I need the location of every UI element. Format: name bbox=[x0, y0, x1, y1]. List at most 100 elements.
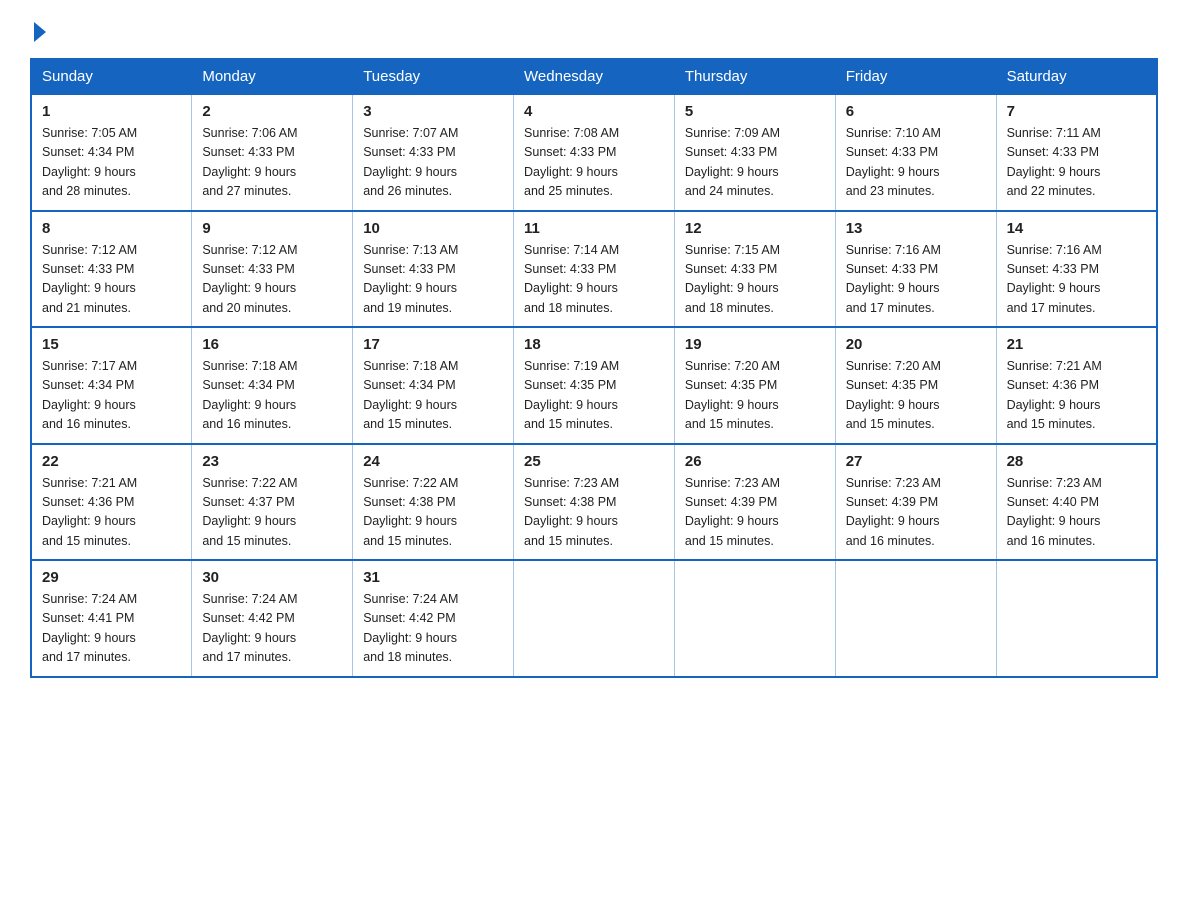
day-info: Sunrise: 7:24 AMSunset: 4:41 PMDaylight:… bbox=[42, 590, 181, 668]
day-info: Sunrise: 7:05 AMSunset: 4:34 PMDaylight:… bbox=[42, 124, 181, 202]
day-number: 4 bbox=[524, 103, 664, 120]
calendar-day-cell: 7Sunrise: 7:11 AMSunset: 4:33 PMDaylight… bbox=[996, 94, 1157, 211]
day-number: 22 bbox=[42, 453, 181, 470]
day-info: Sunrise: 7:06 AMSunset: 4:33 PMDaylight:… bbox=[202, 124, 342, 202]
day-number: 2 bbox=[202, 103, 342, 120]
calendar-day-cell: 26 Sunrise: 7:23 AMSunset: 4:39 PMDayligh… bbox=[674, 444, 835, 561]
calendar-day-cell: 19Sunrise: 7:20 AMSunset: 4:35 PMDayligh… bbox=[674, 327, 835, 444]
day-number: 8 bbox=[42, 220, 181, 237]
day-info: Sunrise: 7:08 AMSunset: 4:33 PMDaylight:… bbox=[524, 124, 664, 202]
day-info: Sunrise: 7:13 AMSunset: 4:33 PMDaylight:… bbox=[363, 241, 503, 319]
page-header bbox=[30, 20, 1158, 42]
day-info: Sunrise: 7:22 AMSunset: 4:37 PMDaylight:… bbox=[202, 474, 342, 552]
day-number: 6 bbox=[846, 103, 986, 120]
day-number: 5 bbox=[685, 103, 825, 120]
day-info: Sunrise: 7:20 AMSunset: 4:35 PMDaylight:… bbox=[685, 357, 825, 435]
day-info: Sunrise: 7:16 AMSunset: 4:33 PMDaylight:… bbox=[1007, 241, 1146, 319]
day-info: Sunrise: 7:24 AMSunset: 4:42 PMDaylight:… bbox=[202, 590, 342, 668]
calendar-day-cell: 11 Sunrise: 7:14 AMSunset: 4:33 PMDayligh… bbox=[514, 211, 675, 328]
day-info: Sunrise: 7:07 AMSunset: 4:33 PMDaylight:… bbox=[363, 124, 503, 202]
day-number: 23 bbox=[202, 453, 342, 470]
day-number: 15 bbox=[42, 336, 181, 353]
calendar-day-cell bbox=[996, 560, 1157, 677]
calendar-day-cell: 30 Sunrise: 7:24 AMSunset: 4:42 PMDayligh… bbox=[192, 560, 353, 677]
calendar-day-cell: 10 Sunrise: 7:13 AMSunset: 4:33 PMDayligh… bbox=[353, 211, 514, 328]
calendar-day-cell: 6 Sunrise: 7:10 AMSunset: 4:33 PMDaylight… bbox=[835, 94, 996, 211]
calendar-day-cell bbox=[514, 560, 675, 677]
calendar-day-cell: 18 Sunrise: 7:19 AMSunset: 4:35 PMDayligh… bbox=[514, 327, 675, 444]
calendar-day-cell: 20 Sunrise: 7:20 AMSunset: 4:35 PMDayligh… bbox=[835, 327, 996, 444]
day-number: 25 bbox=[524, 453, 664, 470]
calendar-day-cell: 31 Sunrise: 7:24 AMSunset: 4:42 PMDayligh… bbox=[353, 560, 514, 677]
day-number: 9 bbox=[202, 220, 342, 237]
calendar-day-cell: 8Sunrise: 7:12 AMSunset: 4:33 PMDaylight… bbox=[31, 211, 192, 328]
calendar-day-cell: 12 Sunrise: 7:15 AMSunset: 4:33 PMDayligh… bbox=[674, 211, 835, 328]
calendar-day-cell: 4 Sunrise: 7:08 AMSunset: 4:33 PMDaylight… bbox=[514, 94, 675, 211]
logo bbox=[30, 20, 46, 42]
calendar-day-cell: 21 Sunrise: 7:21 AMSunset: 4:36 PMDayligh… bbox=[996, 327, 1157, 444]
day-info: Sunrise: 7:23 AMSunset: 4:40 PMDaylight:… bbox=[1007, 474, 1146, 552]
calendar-day-cell: 1Sunrise: 7:05 AMSunset: 4:34 PMDaylight… bbox=[31, 94, 192, 211]
calendar-week-row: 8 Sunrise: 7:12 AMSunset: 4:33 PMDaylight… bbox=[31, 211, 1157, 328]
day-number: 16 bbox=[202, 336, 342, 353]
calendar-week-row: 29 Sunrise: 7:24 AMSunset: 4:41 PMDayligh… bbox=[31, 560, 1157, 677]
calendar-day-cell: 5 Sunrise: 7:09 AMSunset: 4:33 PMDaylight… bbox=[674, 94, 835, 211]
day-number: 17 bbox=[363, 336, 503, 353]
day-number: 11 bbox=[524, 220, 664, 237]
day-number: 14 bbox=[1007, 220, 1146, 237]
day-info: Sunrise: 7:21 AMSunset: 4:36 PMDaylight:… bbox=[42, 474, 181, 552]
calendar-day-cell: 29 Sunrise: 7:24 AMSunset: 4:41 PMDayligh… bbox=[31, 560, 192, 677]
day-number: 24 bbox=[363, 453, 503, 470]
calendar-day-cell: 2 Sunrise: 7:06 AMSunset: 4:33 PMDaylight… bbox=[192, 94, 353, 211]
calendar-week-row: 1Sunrise: 7:05 AMSunset: 4:34 PMDaylight… bbox=[31, 94, 1157, 211]
calendar-week-row: 22 Sunrise: 7:21 AMSunset: 4:36 PMDayligh… bbox=[31, 444, 1157, 561]
day-info: Sunrise: 7:18 AMSunset: 4:34 PMDaylight:… bbox=[363, 357, 503, 435]
day-info: Sunrise: 7:18 AMSunset: 4:34 PMDaylight:… bbox=[202, 357, 342, 435]
day-info: Sunrise: 7:09 AMSunset: 4:33 PMDaylight:… bbox=[685, 124, 825, 202]
day-info: Sunrise: 7:16 AMSunset: 4:33 PMDaylight:… bbox=[846, 241, 986, 319]
day-number: 18 bbox=[524, 336, 664, 353]
calendar-day-cell: 14 Sunrise: 7:16 AMSunset: 4:33 PMDayligh… bbox=[996, 211, 1157, 328]
day-info: Sunrise: 7:24 AMSunset: 4:42 PMDaylight:… bbox=[363, 590, 503, 668]
calendar-day-cell: 24Sunrise: 7:22 AMSunset: 4:38 PMDayligh… bbox=[353, 444, 514, 561]
calendar-day-cell: 15Sunrise: 7:17 AMSunset: 4:34 PMDayligh… bbox=[31, 327, 192, 444]
day-of-week-header: Tuesday bbox=[353, 59, 514, 94]
day-number: 29 bbox=[42, 569, 181, 586]
day-number: 28 bbox=[1007, 453, 1146, 470]
calendar-day-cell: 27 Sunrise: 7:23 AMSunset: 4:39 PMDayligh… bbox=[835, 444, 996, 561]
day-number: 31 bbox=[363, 569, 503, 586]
day-number: 20 bbox=[846, 336, 986, 353]
day-info: Sunrise: 7:23 AMSunset: 4:39 PMDaylight:… bbox=[846, 474, 986, 552]
calendar-day-cell bbox=[835, 560, 996, 677]
day-info: Sunrise: 7:12 AMSunset: 4:33 PMDaylight:… bbox=[202, 241, 342, 319]
day-info: Sunrise: 7:14 AMSunset: 4:33 PMDaylight:… bbox=[524, 241, 664, 319]
calendar-day-cell: 16 Sunrise: 7:18 AMSunset: 4:34 PMDayligh… bbox=[192, 327, 353, 444]
day-number: 26 bbox=[685, 453, 825, 470]
calendar-day-cell: 28 Sunrise: 7:23 AMSunset: 4:40 PMDayligh… bbox=[996, 444, 1157, 561]
calendar-week-row: 15Sunrise: 7:17 AMSunset: 4:34 PMDayligh… bbox=[31, 327, 1157, 444]
calendar-day-cell bbox=[674, 560, 835, 677]
calendar-day-cell: 25Sunrise: 7:23 AMSunset: 4:38 PMDayligh… bbox=[514, 444, 675, 561]
day-number: 3 bbox=[363, 103, 503, 120]
day-number: 7 bbox=[1007, 103, 1146, 120]
day-number: 12 bbox=[685, 220, 825, 237]
calendar-day-cell: 3 Sunrise: 7:07 AMSunset: 4:33 PMDaylight… bbox=[353, 94, 514, 211]
day-info: Sunrise: 7:21 AMSunset: 4:36 PMDaylight:… bbox=[1007, 357, 1146, 435]
day-of-week-header: Saturday bbox=[996, 59, 1157, 94]
calendar-day-cell: 23 Sunrise: 7:22 AMSunset: 4:37 PMDayligh… bbox=[192, 444, 353, 561]
day-number: 27 bbox=[846, 453, 986, 470]
day-of-week-header: Thursday bbox=[674, 59, 835, 94]
day-info: Sunrise: 7:19 AMSunset: 4:35 PMDaylight:… bbox=[524, 357, 664, 435]
day-number: 21 bbox=[1007, 336, 1146, 353]
calendar-day-cell: 22 Sunrise: 7:21 AMSunset: 4:36 PMDayligh… bbox=[31, 444, 192, 561]
logo-arrow-icon bbox=[34, 22, 46, 42]
calendar-table: SundayMondayTuesdayWednesdayThursdayFrid… bbox=[30, 58, 1158, 678]
day-info: Sunrise: 7:20 AMSunset: 4:35 PMDaylight:… bbox=[846, 357, 986, 435]
day-info: Sunrise: 7:10 AMSunset: 4:33 PMDaylight:… bbox=[846, 124, 986, 202]
day-info: Sunrise: 7:15 AMSunset: 4:33 PMDaylight:… bbox=[685, 241, 825, 319]
calendar-header-row: SundayMondayTuesdayWednesdayThursdayFrid… bbox=[31, 59, 1157, 94]
day-number: 30 bbox=[202, 569, 342, 586]
day-number: 10 bbox=[363, 220, 503, 237]
day-of-week-header: Wednesday bbox=[514, 59, 675, 94]
day-info: Sunrise: 7:23 AMSunset: 4:39 PMDaylight:… bbox=[685, 474, 825, 552]
